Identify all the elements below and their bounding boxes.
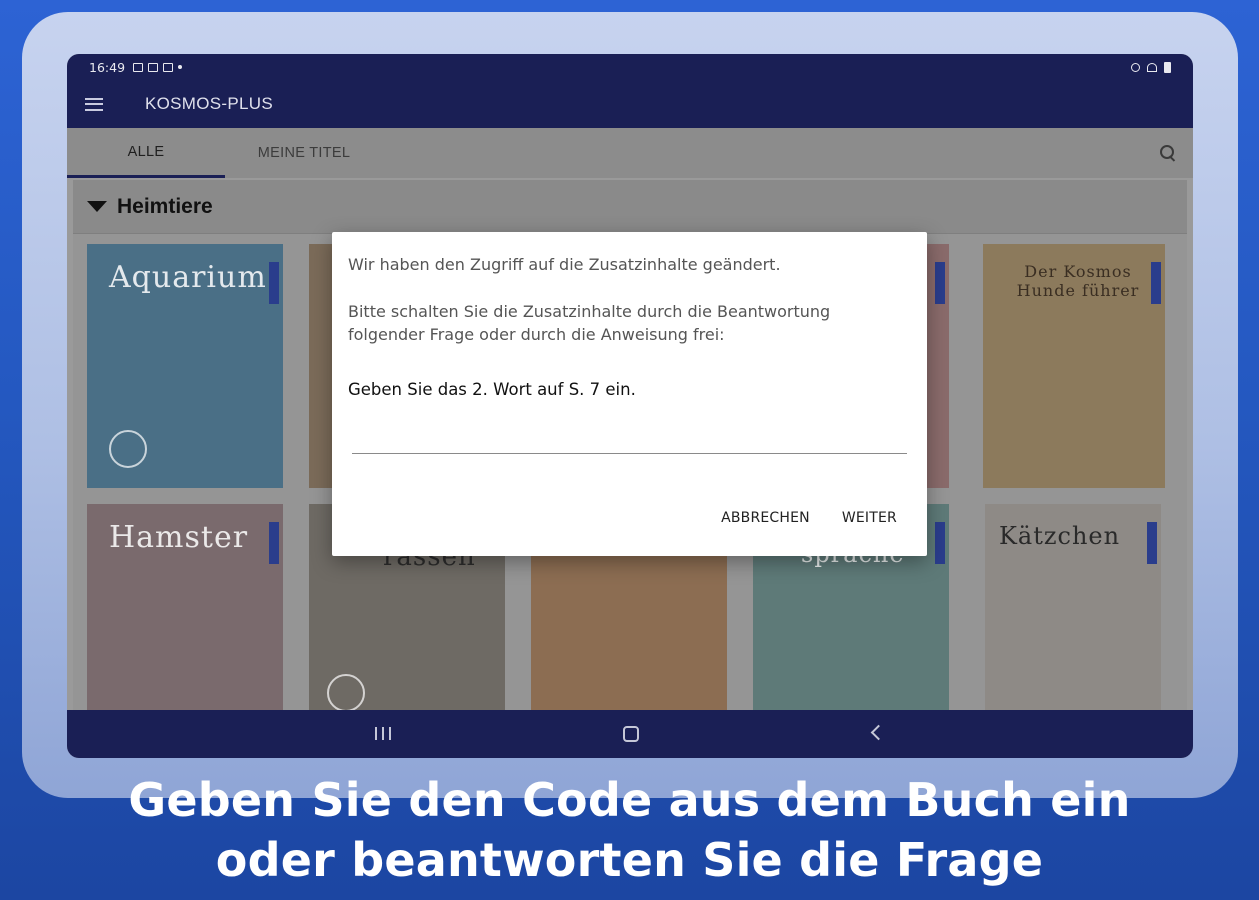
book-cover-hamster[interactable]: Hamster bbox=[87, 504, 283, 714]
book-title: Hamster bbox=[109, 520, 249, 555]
app-title: KOSMOS-PLUS bbox=[145, 94, 273, 113]
book-title: Kätzchen bbox=[999, 522, 1121, 550]
price-seal-icon bbox=[327, 674, 365, 712]
publisher-badge bbox=[935, 522, 945, 564]
notification-icons bbox=[133, 62, 183, 72]
collapse-triangle-icon[interactable] bbox=[87, 201, 107, 212]
mute-icon bbox=[1131, 62, 1140, 72]
battery-icon bbox=[1164, 61, 1171, 73]
wifi-icon bbox=[1147, 62, 1157, 72]
book-cover-hundefuehrer[interactable]: Der Kosmos Hunde führer bbox=[983, 244, 1165, 488]
book-title: Aquarium bbox=[109, 260, 267, 295]
status-time: 16:49 bbox=[89, 59, 126, 75]
tablet-screen: 16:49 KOSMOS-PLUS ALLE MEINE TITEL Heimt… bbox=[67, 54, 1193, 758]
app-bar: KOSMOS-PLUS bbox=[67, 80, 1193, 128]
publisher-badge bbox=[269, 262, 279, 304]
book-cover-aquarium[interactable]: Aquarium bbox=[87, 244, 283, 488]
android-navigation-bar bbox=[67, 710, 1193, 758]
recent-apps-icon[interactable] bbox=[375, 727, 391, 740]
more-notifications-icon bbox=[178, 65, 183, 69]
book-title: Der Kosmos Hunde führer bbox=[1016, 262, 1140, 300]
hamburger-menu-icon[interactable] bbox=[85, 97, 103, 111]
cancel-button[interactable]: ABBRECHEN bbox=[721, 510, 810, 526]
image-notification-icon bbox=[133, 62, 144, 72]
tab-bar: ALLE MEINE TITEL bbox=[67, 128, 1193, 178]
status-bar: 16:49 bbox=[67, 54, 1193, 80]
publisher-badge bbox=[1151, 262, 1161, 304]
tab-meine-titel[interactable]: MEINE TITEL bbox=[225, 128, 383, 178]
dialog-actions: ABBRECHEN WEITER bbox=[721, 510, 897, 526]
app-notification-icon bbox=[148, 62, 159, 72]
tab-alle[interactable]: ALLE bbox=[67, 128, 225, 178]
section-title: Heimtiere bbox=[117, 194, 213, 218]
promo-caption: Geben Sie den Code aus dem Buch ein oder… bbox=[0, 770, 1259, 890]
system-icons bbox=[1131, 61, 1171, 73]
answer-input[interactable] bbox=[352, 418, 907, 454]
publisher-badge bbox=[269, 522, 279, 564]
seal-icon bbox=[109, 430, 147, 468]
book-cover-kaetzchen[interactable]: Kätzchen bbox=[985, 504, 1161, 714]
publisher-badge bbox=[935, 262, 945, 304]
dialog-notice: Wir haben den Zugriff auf die Zusatzinha… bbox=[348, 255, 781, 274]
caption-line-1: Geben Sie den Code aus dem Buch ein bbox=[128, 773, 1131, 827]
publisher-badge bbox=[1147, 522, 1157, 564]
home-icon[interactable] bbox=[623, 726, 639, 742]
back-icon[interactable] bbox=[870, 724, 887, 741]
dialog-instructions: Bitte schalten Sie die Zusatzinhalte dur… bbox=[348, 302, 831, 344]
next-button[interactable]: WEITER bbox=[842, 510, 897, 526]
caption-line-2: oder beantworten Sie die Frage bbox=[215, 833, 1044, 887]
dialog-question: Geben Sie das 2. Wort auf S. 7 ein. bbox=[348, 380, 636, 399]
search-icon[interactable] bbox=[1159, 144, 1177, 162]
section-header-heimtiere[interactable]: Heimtiere bbox=[73, 180, 1187, 234]
message-notification-icon bbox=[163, 62, 174, 72]
unlock-dialog: Wir haben den Zugriff auf die Zusatzinha… bbox=[332, 232, 927, 556]
